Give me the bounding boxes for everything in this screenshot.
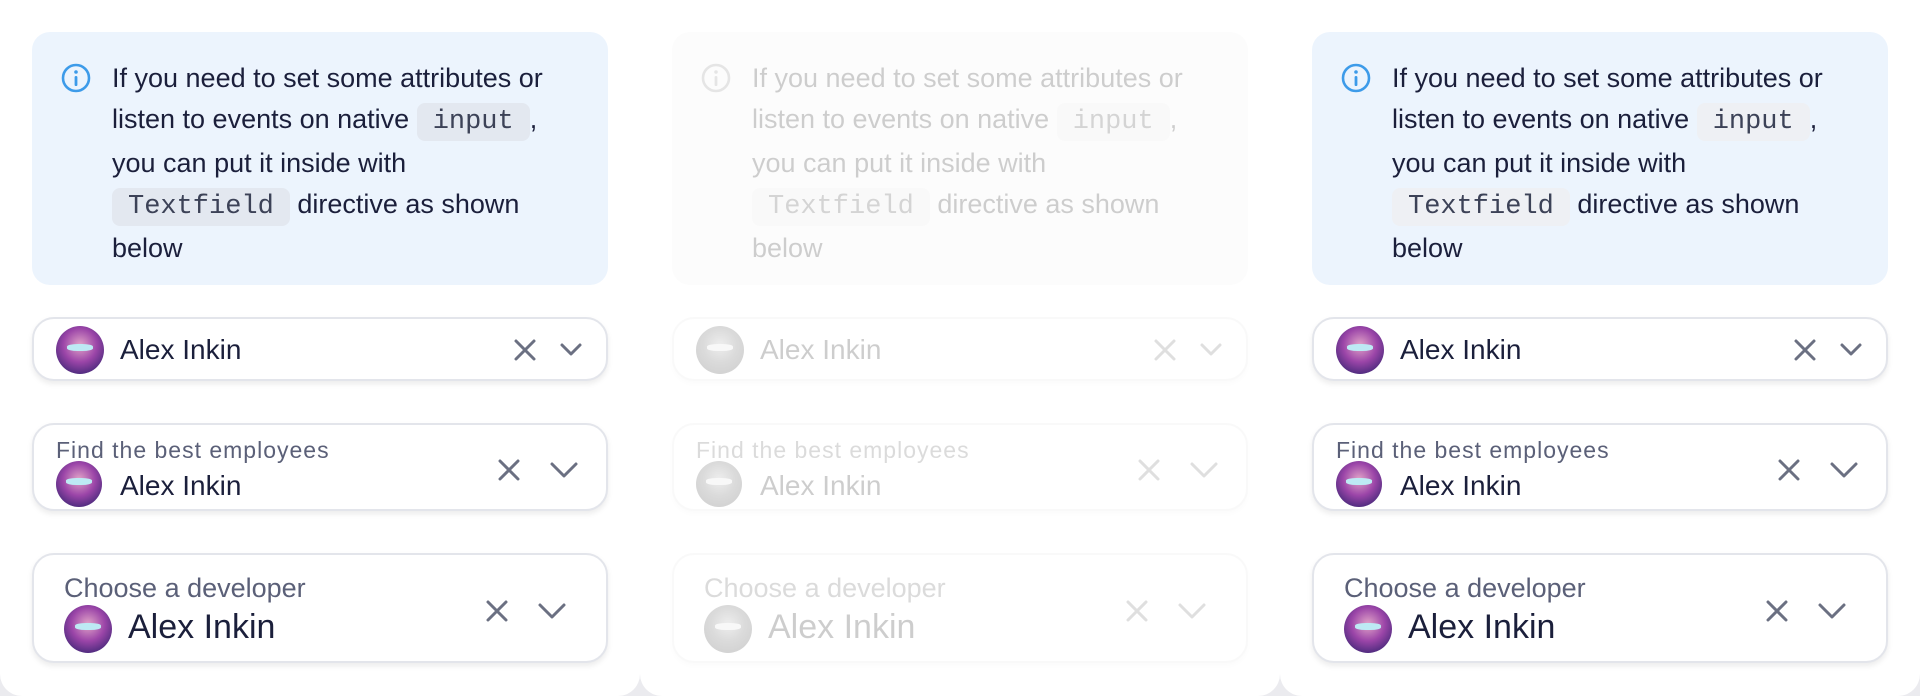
close-icon[interactable] (1776, 457, 1802, 483)
selected-value: Alex Inkin (1400, 470, 1522, 501)
avatar (1336, 461, 1382, 507)
select-field-medium[interactable]: Find the best employees Alex Inkin (1312, 423, 1888, 511)
select-field-medium[interactable]: Find the best employees Alex Inkin (32, 423, 608, 511)
field-label: Find the best employees (696, 437, 970, 463)
chevron-down-icon (1188, 457, 1220, 483)
field-label: Choose a developer (1344, 573, 1586, 603)
avatar (696, 326, 744, 374)
code-textfield: Textfield (752, 188, 930, 226)
chevron-down-icon (1198, 339, 1224, 361)
selected-value: Alex Inkin (1400, 334, 1522, 365)
select-field-medium: Find the best employees Alex Inkin (672, 423, 1248, 511)
code-input: input (1696, 103, 1810, 141)
code-textfield: Textfield (1392, 188, 1570, 226)
info-notification: If you need to set some attributes or li… (1312, 32, 1888, 285)
demo-column-1: If you need to set some attributes or li… (0, 0, 640, 696)
chevron-down-icon[interactable] (548, 457, 580, 483)
info-notification: If you need to set some attributes or li… (672, 32, 1248, 285)
select-field-small[interactable]: Alex Inkin (1312, 317, 1888, 381)
close-icon (1136, 457, 1162, 483)
code-input: input (416, 103, 530, 141)
close-icon[interactable] (484, 598, 510, 624)
field-label: Choose a developer (704, 573, 946, 603)
close-icon[interactable] (1764, 598, 1790, 624)
chevron-down-icon[interactable] (1816, 598, 1848, 624)
field-label: Find the best employees (56, 437, 330, 463)
avatar (1344, 605, 1392, 653)
close-icon[interactable] (1792, 337, 1818, 363)
info-circle-icon (60, 62, 92, 94)
close-icon (1124, 598, 1150, 624)
select-field-large[interactable]: Choose a developer Alex Inkin (32, 553, 608, 663)
avatar (56, 461, 102, 507)
select-field-large: Choose a developer Alex Inkin (672, 553, 1248, 663)
chevron-down-icon[interactable] (536, 598, 568, 624)
selected-value: Alex Inkin (768, 608, 916, 646)
code-textfield: Textfield (112, 188, 290, 226)
chevron-down-icon[interactable] (1828, 457, 1860, 483)
close-icon[interactable] (512, 337, 538, 363)
avatar (704, 605, 752, 653)
avatar (64, 605, 112, 653)
demo-column-2-disabled: If you need to set some attributes or li… (640, 0, 1280, 696)
chevron-down-icon[interactable] (1838, 339, 1864, 361)
info-circle-icon (1340, 62, 1372, 94)
field-label: Find the best employees (1336, 437, 1610, 463)
avatar (56, 326, 104, 374)
selected-value: Alex Inkin (1408, 608, 1556, 646)
chevron-down-icon[interactable] (558, 339, 584, 361)
close-icon (1152, 337, 1178, 363)
selected-value: Alex Inkin (120, 470, 242, 501)
demo-column-3: If you need to set some attributes or li… (1280, 0, 1920, 696)
select-field-large[interactable]: Choose a developer Alex Inkin (1312, 553, 1888, 663)
info-circle-icon (700, 62, 732, 94)
select-field-small[interactable]: Alex Inkin (32, 317, 608, 381)
selected-value: Alex Inkin (128, 608, 276, 646)
select-field-small: Alex Inkin (672, 317, 1248, 381)
selected-value: Alex Inkin (120, 334, 242, 365)
code-input: input (1056, 103, 1170, 141)
info-notification: If you need to set some attributes or li… (32, 32, 608, 285)
chevron-down-icon (1176, 598, 1208, 624)
avatar (696, 461, 742, 507)
close-icon[interactable] (496, 457, 522, 483)
avatar (1336, 326, 1384, 374)
field-label: Choose a developer (64, 573, 306, 603)
selected-value: Alex Inkin (760, 334, 882, 365)
selected-value: Alex Inkin (760, 470, 882, 501)
